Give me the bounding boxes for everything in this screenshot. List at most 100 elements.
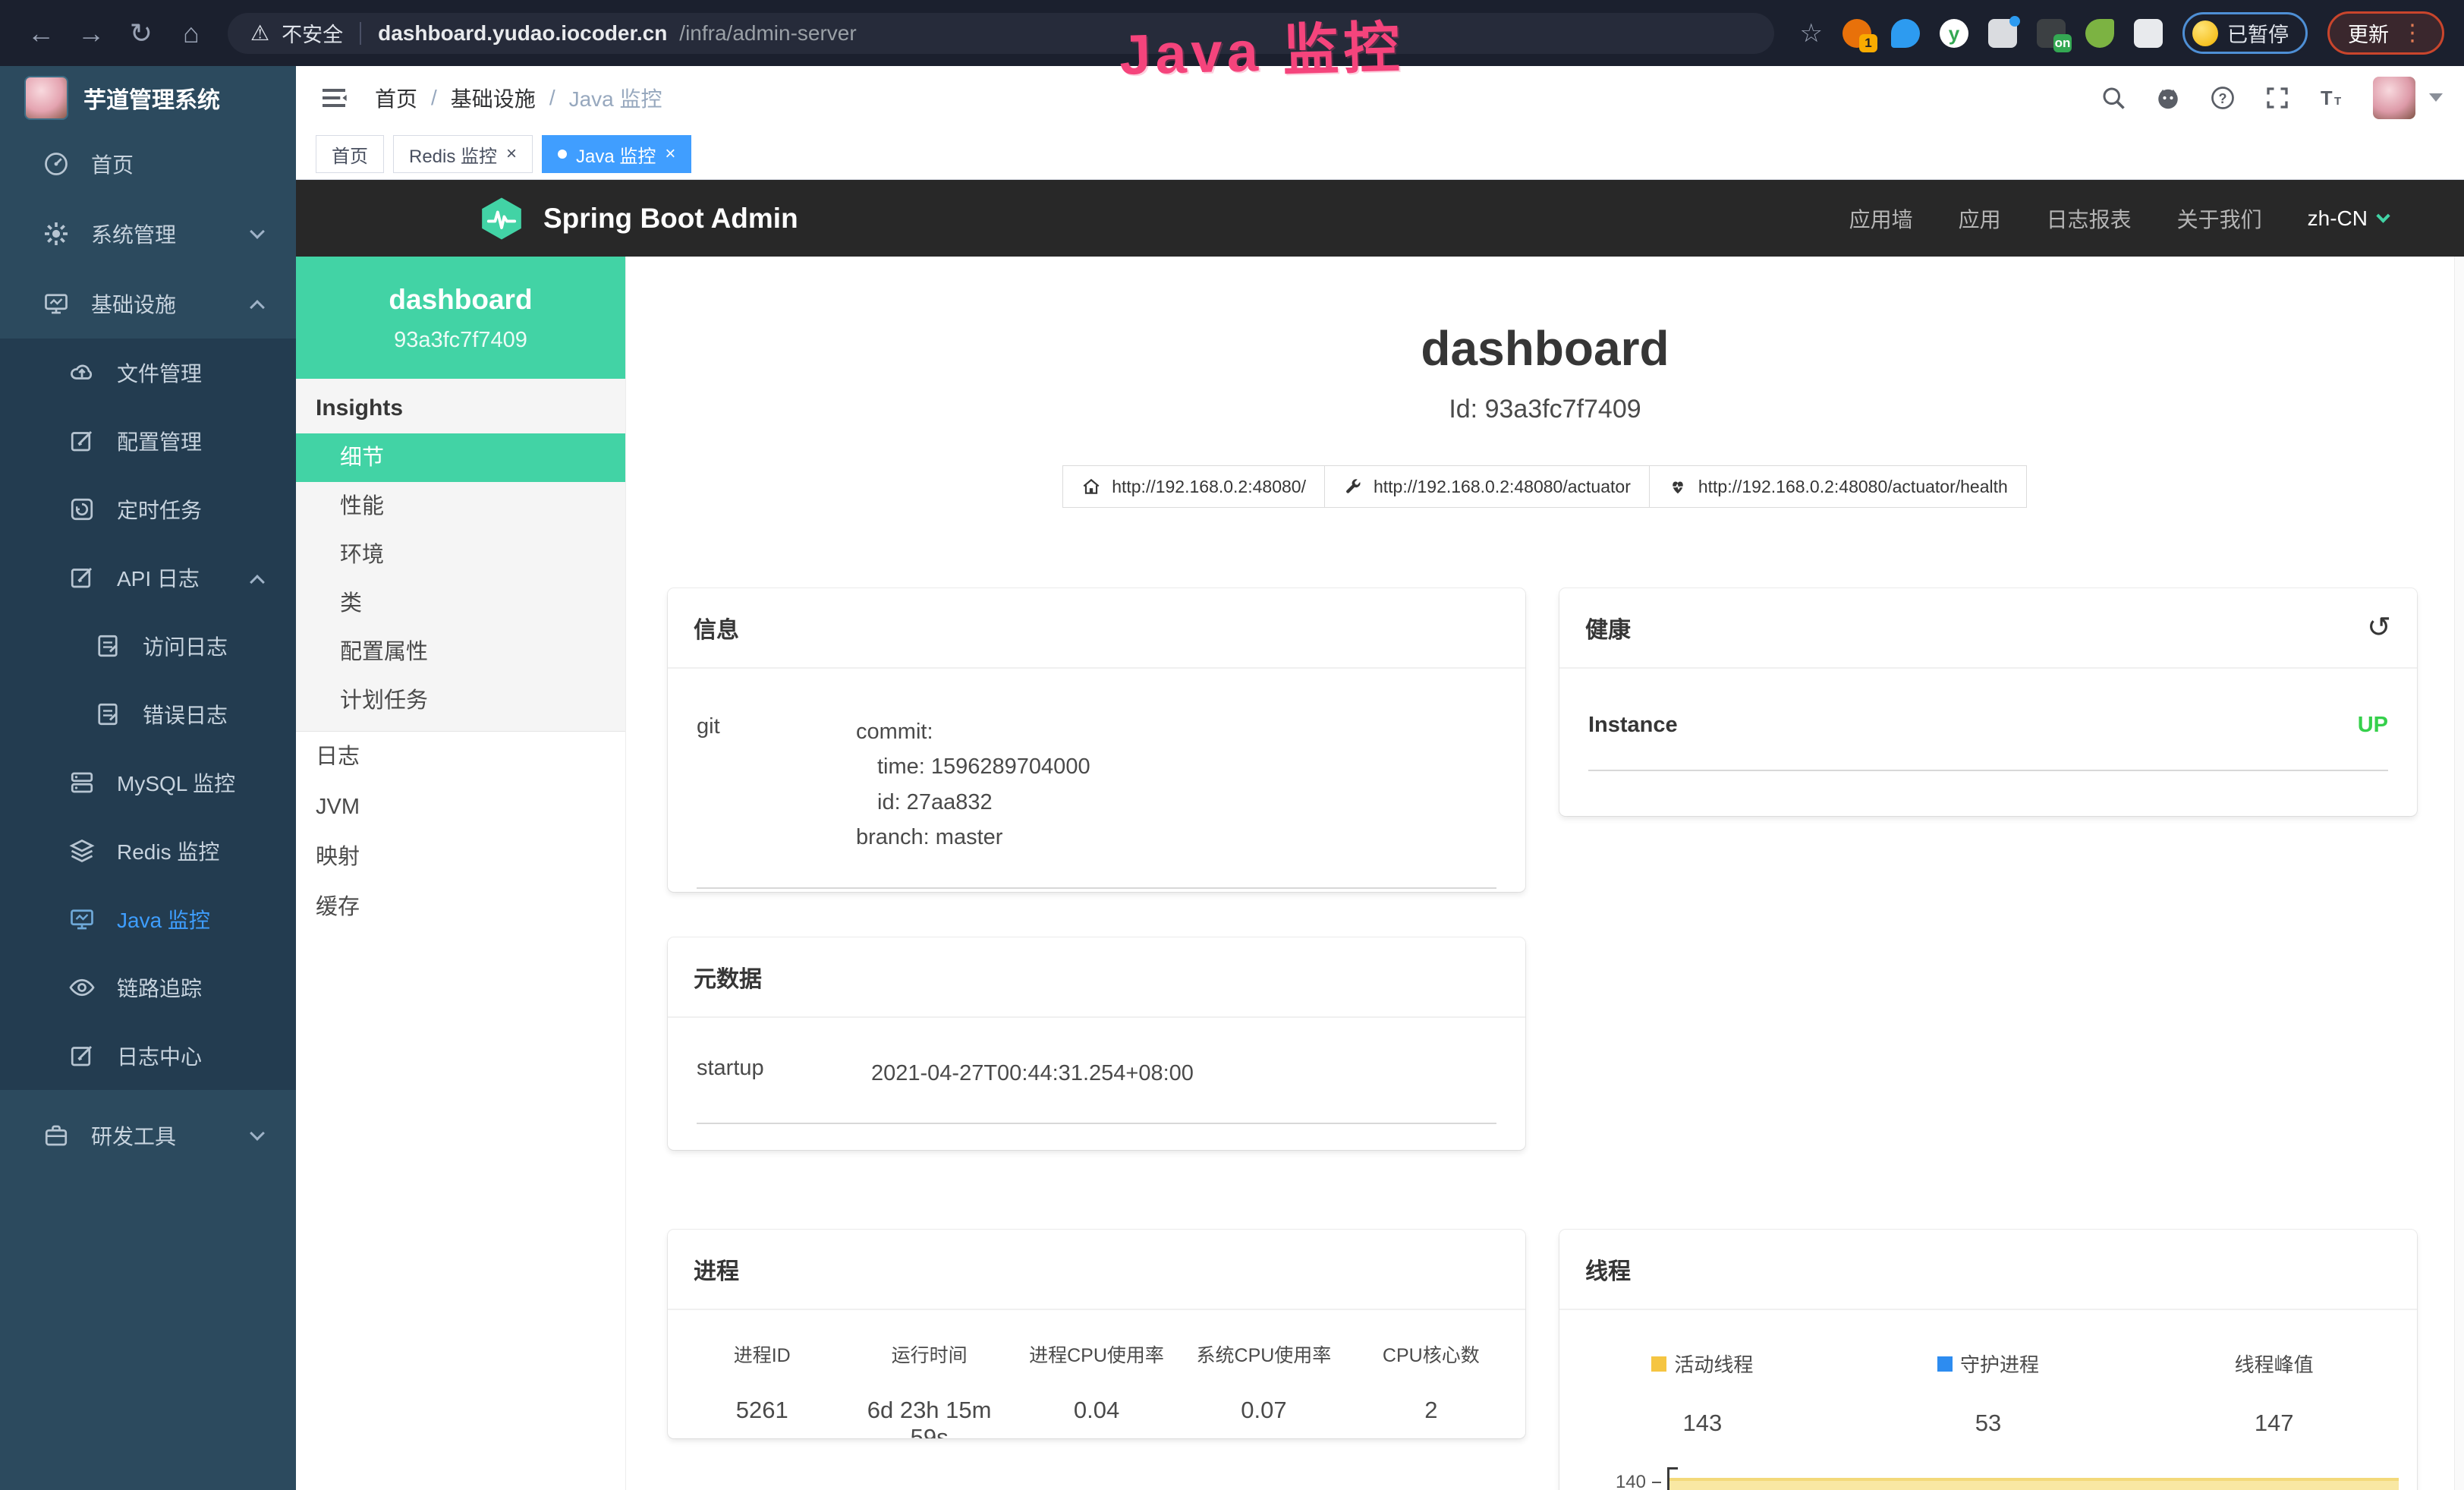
reload-icon[interactable]: ↻: [120, 17, 162, 49]
tab-java-monitor[interactable]: Java 监控 ×: [542, 135, 691, 173]
chart-area-live-threads: [1669, 1478, 2399, 1490]
service-url: http://192.168.0.2:48080/: [1112, 477, 1306, 497]
health-card-title: 健康: [1585, 611, 1631, 644]
sba-nav-wallboard[interactable]: 应用墙: [1849, 203, 1913, 234]
service-url-button[interactable]: http://192.168.0.2:48080/: [1062, 465, 1325, 508]
metadata-card-title: 元数据: [668, 937, 1525, 1018]
col-value: 6d 23h 15m 59s: [845, 1397, 1012, 1438]
font-size-icon[interactable]: [2318, 84, 2346, 112]
breadcrumb-infra[interactable]: 基础设施: [451, 83, 536, 113]
cloud-upload-icon: [68, 359, 96, 386]
sba-brand[interactable]: Spring Boot Admin: [543, 203, 798, 235]
browser-menu-icon[interactable]: ⋮: [2401, 20, 2424, 46]
sidebar-item-mysql[interactable]: MySQL 监控: [0, 748, 296, 817]
monitor-icon: [42, 290, 70, 317]
sidebar-item-java[interactable]: Java 监控: [0, 885, 296, 953]
home-icon: [1081, 477, 1101, 496]
update-label: 更新: [2348, 18, 2389, 48]
sidebar-item-redis[interactable]: Redis 监控: [0, 817, 296, 885]
active-tab-dot: [558, 150, 567, 159]
sba-logo-icon[interactable]: [478, 195, 525, 242]
sba-item-logs[interactable]: 日志: [296, 732, 625, 782]
sidebar-item-error-log[interactable]: 错误日志: [0, 680, 296, 748]
address-bar[interactable]: ⚠ 不安全 dashboard.yudao.iocoder.cn /infra/…: [228, 13, 1774, 54]
sba-item-config-props[interactable]: 配置属性: [296, 628, 625, 676]
health-card: 健康 ↺ Instance UP: [1559, 588, 2417, 816]
git-commit-line: commit:: [856, 714, 1496, 749]
extension-icon-leaf[interactable]: [2085, 19, 2114, 48]
tab-redis-monitor[interactable]: Redis 监控 ×: [393, 135, 533, 173]
sidebar-item-log-center[interactable]: 日志中心: [0, 1022, 296, 1090]
sidebar-item-access-log[interactable]: 访问日志: [0, 612, 296, 680]
tab-label: Redis 监控: [409, 141, 497, 168]
sidebar-collapse-icon[interactable]: [319, 83, 349, 113]
tab-home[interactable]: 首页: [316, 135, 384, 173]
back-icon[interactable]: ←: [20, 17, 62, 49]
sidebar-item-system[interactable]: 系统管理: [0, 199, 296, 269]
close-icon[interactable]: ×: [665, 143, 675, 165]
sidebar-item-job[interactable]: 定时任务: [0, 475, 296, 543]
sidebar-item-devtools[interactable]: 研发工具: [0, 1101, 296, 1170]
sidebar-item-file[interactable]: 文件管理: [0, 339, 296, 407]
app-logo[interactable]: 芋道管理系统: [0, 66, 296, 129]
sba-item-environment[interactable]: 环境: [296, 531, 625, 579]
sba-item-details[interactable]: 细节: [296, 433, 625, 482]
close-icon[interactable]: ×: [506, 143, 517, 165]
sidebar-item-home[interactable]: 首页: [0, 129, 296, 199]
process-col-sys-cpu: 系统CPU使用率 0.07: [1180, 1340, 1347, 1438]
user-avatar[interactable]: [2373, 77, 2415, 119]
col-value: 0.07: [1180, 1397, 1347, 1424]
sidebar-item-api-log[interactable]: API 日志: [0, 543, 296, 612]
legend-label: 活动线程: [1674, 1350, 1753, 1378]
eye-icon: [68, 974, 96, 1001]
sba-nav-journal[interactable]: 日志报表: [2047, 203, 2132, 234]
sba-nav-applications[interactable]: 应用: [1959, 203, 2001, 234]
sidebar-item-label: 系统管理: [91, 219, 176, 249]
legend-peak-threads: 线程峰值: [2131, 1350, 2417, 1378]
sba-item-jvm[interactable]: JVM: [296, 782, 625, 832]
tick-mark: [1652, 1482, 1661, 1483]
col-value: 5261: [678, 1397, 845, 1424]
sidebar-item-label: MySQL 监控: [117, 767, 235, 798]
scrollbar[interactable]: [2454, 257, 2464, 1490]
help-icon[interactable]: [2209, 84, 2236, 112]
extension-icon-pin[interactable]: [1891, 19, 1920, 48]
health-card-header: 健康 ↺: [1559, 588, 2417, 669]
sidebar-item-label: 错误日志: [143, 699, 228, 729]
github-icon[interactable]: [2154, 84, 2182, 112]
forward-icon[interactable]: →: [70, 17, 112, 49]
avatar-caret-icon: [2429, 93, 2443, 102]
sba-item-scheduled-tasks[interactable]: 计划任务: [296, 676, 625, 725]
sba-instance-header[interactable]: dashboard 93a3fc7f7409: [296, 257, 625, 379]
profile-paused-chip[interactable]: 已暂停: [2182, 12, 2308, 54]
breadcrumb-home[interactable]: 首页: [375, 83, 417, 113]
sidebar-item-label: API 日志: [117, 562, 200, 593]
info-git-row: git commit: time: 1596289704000 id: 27aa…: [697, 678, 1496, 889]
extensions-puzzle-icon[interactable]: [2134, 19, 2163, 48]
sba-item-mappings[interactable]: 映射: [296, 832, 625, 882]
extension-icon-orange[interactable]: 1: [1842, 19, 1871, 48]
sba-item-classes[interactable]: 类: [296, 579, 625, 628]
sba-item-caches[interactable]: 缓存: [296, 882, 625, 932]
breadcrumb-separator: /: [549, 86, 555, 110]
actuator-url-button[interactable]: http://192.168.0.2:48080/actuator: [1324, 465, 1650, 508]
chrome-update-button[interactable]: 更新 ⋮: [2327, 11, 2444, 55]
sidebar-item-infra[interactable]: 基础设施: [0, 269, 296, 339]
chevron-down-icon: [250, 1126, 265, 1141]
history-icon[interactable]: ↺: [2367, 613, 2391, 642]
extension-icon-y[interactable]: y: [1940, 19, 1968, 48]
fullscreen-icon[interactable]: [2264, 84, 2291, 112]
chevron-up-icon: [250, 575, 265, 590]
extension-icon-grid[interactable]: [1988, 19, 2017, 48]
health-url-button[interactable]: http://192.168.0.2:48080/actuator/health: [1649, 465, 2027, 508]
sba-locale-select[interactable]: zh-CN: [2308, 206, 2388, 231]
search-icon[interactable]: [2100, 84, 2127, 112]
sidebar-item-config[interactable]: 配置管理: [0, 407, 296, 475]
bookmark-star-icon[interactable]: ☆: [1800, 18, 1823, 49]
home-icon[interactable]: ⌂: [170, 17, 212, 49]
sba-nav-about[interactable]: 关于我们: [2177, 203, 2262, 234]
git-id-line: id: 27aa832: [856, 785, 1496, 820]
sidebar-item-trace[interactable]: 链路追踪: [0, 953, 296, 1022]
sba-item-metrics[interactable]: 性能: [296, 482, 625, 531]
extension-icon-switch[interactable]: on: [2037, 19, 2066, 48]
